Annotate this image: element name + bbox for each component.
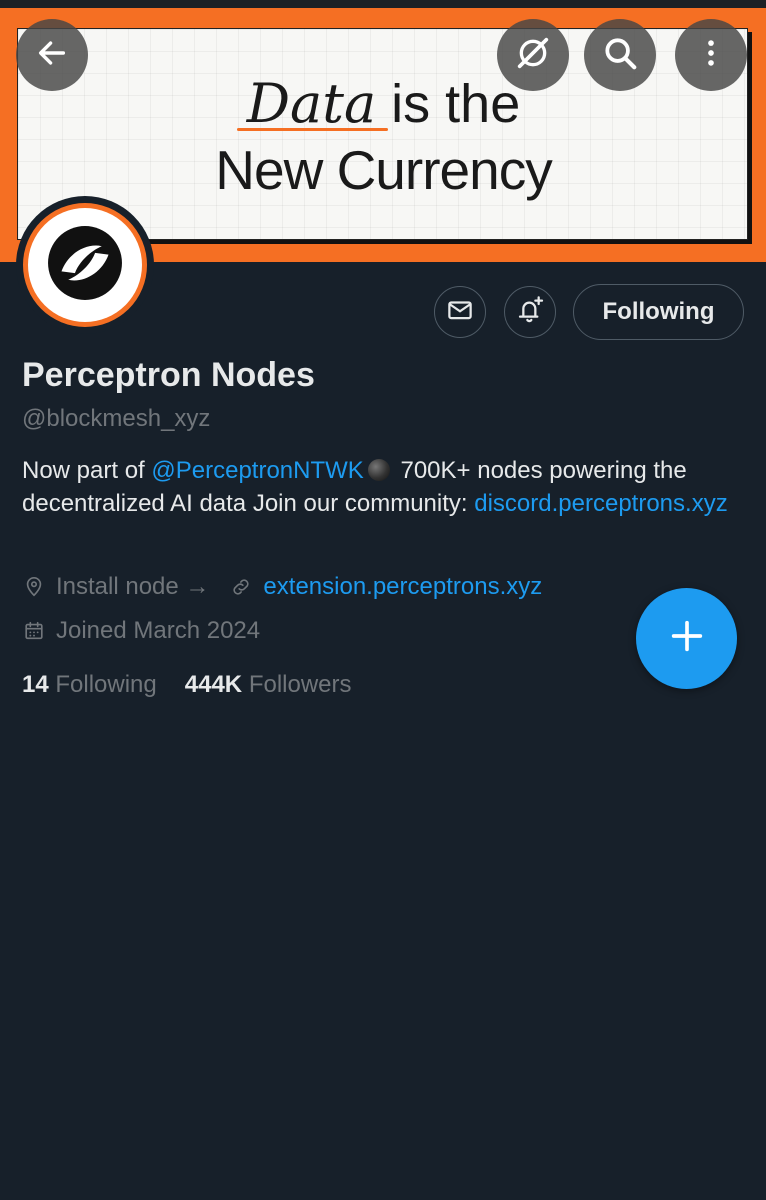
following-button[interactable]: Following — [573, 284, 744, 340]
more-vertical-icon — [694, 36, 728, 75]
followers-label: Followers — [248, 671, 352, 698]
website-link[interactable]: extension.perceptrons.xyz — [263, 573, 542, 601]
profile-handle: @blockmesh_xyz — [22, 405, 211, 432]
perceptron-logo-icon — [43, 221, 127, 310]
grok-slash-icon — [513, 33, 553, 78]
bell-plus-icon — [514, 294, 546, 331]
location-text: Install node → — [56, 573, 210, 600]
message-button[interactable] — [434, 286, 486, 338]
following-label: Following — [55, 671, 157, 698]
more-options-button[interactable] — [675, 19, 747, 91]
black-circle-emoji-icon — [367, 459, 390, 481]
profile-stats: 14 Following 444K Followers — [22, 671, 352, 699]
compose-button[interactable] — [636, 588, 737, 689]
banner-headline-emphasis: Data — [236, 72, 389, 135]
location-pin-icon — [22, 575, 46, 599]
search-button[interactable] — [584, 19, 656, 91]
profile-meta-joined-row: Joined March 2024 — [22, 617, 260, 645]
back-button[interactable] — [16, 19, 88, 91]
bio-prefix: Now part of — [22, 457, 152, 484]
joined-text: Joined March 2024 — [56, 617, 261, 644]
followers-stat[interactable]: 444K Followers — [185, 671, 352, 698]
banner-underline — [236, 128, 389, 131]
plus-icon — [667, 616, 707, 661]
notifications-button[interactable] — [504, 286, 556, 338]
banner-headline-line2: New Currency — [215, 139, 552, 201]
link-icon — [229, 575, 253, 599]
avatar-ring — [23, 203, 147, 327]
search-icon — [601, 34, 639, 77]
profile-name: Perceptron Nodes — [22, 356, 315, 394]
avatar-image — [28, 208, 142, 322]
grok-button[interactable] — [497, 19, 569, 91]
following-count: 14 — [22, 671, 49, 698]
followers-count: 444K — [184, 671, 243, 698]
mail-icon — [445, 295, 475, 330]
banner-top-strip — [0, 0, 766, 8]
profile-bio: Now part of @PerceptronNTWK 700K+ nodes … — [22, 454, 742, 520]
bio-mention-link[interactable]: @PerceptronNTWK — [151, 457, 363, 484]
bio-discord-link[interactable]: discord.perceptrons.xyz — [474, 490, 727, 517]
avatar[interactable] — [16, 196, 154, 334]
profile-meta-location-row: Install node → extension.perceptrons.xyz — [22, 573, 542, 601]
banner-headline-rest: is the — [376, 74, 521, 134]
following-stat[interactable]: 14 Following — [22, 671, 157, 698]
arrow-left-icon — [35, 36, 69, 75]
calendar-icon — [22, 619, 46, 643]
